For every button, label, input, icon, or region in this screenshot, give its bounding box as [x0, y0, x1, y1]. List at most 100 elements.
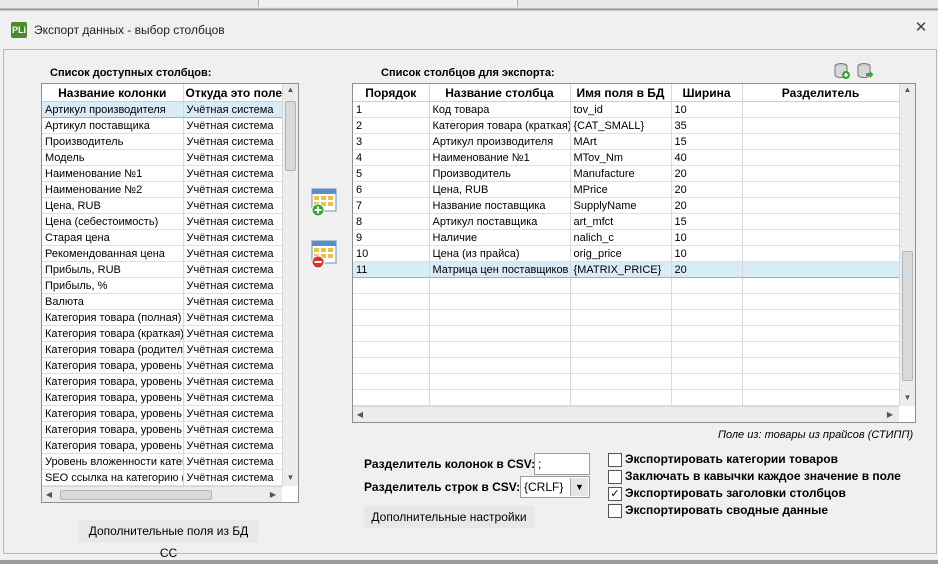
table-cell[interactable]: Категория товара (краткая)	[429, 117, 571, 134]
table-cell[interactable]: Учётная система	[183, 309, 283, 326]
table-cell[interactable]: art_mfct	[570, 213, 672, 230]
available-columns-vscroll[interactable]: ▲ ▼	[282, 84, 298, 486]
table-cell[interactable]	[742, 229, 900, 246]
table-cell[interactable]: Производитель	[42, 133, 184, 150]
scroll-down-icon[interactable]: ▼	[283, 473, 298, 482]
table-cell[interactable]: 11	[353, 261, 430, 278]
table-cell[interactable]: Категория товара (родитель)	[42, 341, 184, 358]
table-cell[interactable]: Артикул поставщика	[42, 117, 184, 134]
table-row[interactable]: 3 Артикул производителя MArt 15	[353, 133, 900, 150]
extra-db-fields-button[interactable]: Дополнительные поля из БД СС	[78, 519, 259, 560]
table-cell[interactable]: Учётная система	[183, 421, 283, 438]
table-cell[interactable]: Категория товара, уровень 5	[42, 421, 184, 438]
checkbox[interactable]: ✓	[608, 487, 622, 501]
table-cell[interactable]: Учётная система	[183, 405, 283, 422]
table-cell[interactable]: Учётная система	[183, 293, 283, 310]
table-cell[interactable]: Категория товара, уровень 4	[42, 405, 184, 422]
table-cell[interactable]: Учётная система	[183, 213, 283, 230]
table-cell[interactable]: Артикул поставщика	[429, 213, 571, 230]
table-cell[interactable]: SEO ссылка на категорию (ЧПУ)	[42, 469, 184, 486]
table-cell[interactable]: 2	[353, 117, 430, 134]
remove-column-icon[interactable]	[309, 239, 339, 269]
table-cell[interactable]: Наименование №1	[429, 149, 571, 166]
table-cell[interactable]: Код товара	[429, 101, 571, 118]
table-row[interactable]: Категория товара, уровень 1 Учётная систе…	[42, 357, 283, 374]
table-cell[interactable]: 10	[671, 229, 743, 246]
table-cell[interactable]: Категория товара, уровень 6	[42, 437, 184, 454]
table-cell[interactable]: orig_price	[570, 245, 672, 262]
column-header[interactable]: Название столбца	[429, 84, 571, 102]
scroll-right-icon[interactable]: ▶	[885, 410, 895, 419]
table-cell[interactable]: Валюта	[42, 293, 184, 310]
export-columns-hscroll[interactable]: ◀ ▶	[353, 406, 899, 422]
table-cell[interactable]: Прибыль, RUB	[42, 261, 184, 278]
table-cell[interactable]: Учётная система	[183, 117, 283, 134]
table-row[interactable]: Категория товара, уровень 3 Учётная систе…	[42, 389, 283, 406]
hscroll-thumb[interactable]	[60, 490, 212, 500]
table-cell[interactable]: Категория товара (краткая)	[42, 325, 184, 342]
table-row[interactable]: Производитель Учётная система	[42, 133, 283, 150]
table-cell[interactable]: Учётная система	[183, 101, 283, 118]
additional-settings-button[interactable]: Дополнительные настройки	[363, 505, 535, 529]
table-row[interactable]: Категория товара (родитель) Учётная систе…	[42, 341, 283, 358]
table-row[interactable]: 5 Производитель Manufacture 20	[353, 165, 900, 182]
table-cell[interactable]	[742, 133, 900, 150]
table-cell[interactable]	[742, 261, 900, 278]
table-cell[interactable]: Артикул производителя	[42, 101, 184, 118]
table-row[interactable]: Прибыль, % Учётная система	[42, 277, 283, 294]
column-header[interactable]: Разделитель	[742, 84, 900, 102]
table-row[interactable]: Категория товара (полная) Учётная система	[42, 309, 283, 326]
table-cell[interactable]: Старая цена	[42, 229, 184, 246]
table-cell[interactable]	[742, 245, 900, 262]
table-cell[interactable]: 20	[671, 181, 743, 198]
table-row[interactable]: Категория товара (краткая) Учётная систем…	[42, 325, 283, 342]
table-cell[interactable]: Модель	[42, 149, 184, 166]
table-cell[interactable]	[742, 165, 900, 182]
table-cell[interactable]: 15	[671, 213, 743, 230]
table-cell[interactable]: Категория товара, уровень 1	[42, 357, 184, 374]
table-cell[interactable]: Учётная система	[183, 261, 283, 278]
table-cell[interactable]: Цена, RUB	[42, 197, 184, 214]
row-separator-select[interactable]: {CRLF} ▼	[520, 476, 590, 498]
table-cell[interactable]: SupplyName	[570, 197, 672, 214]
table-cell[interactable]	[742, 101, 900, 118]
table-cell[interactable]: Цена (себестоимость)	[42, 213, 184, 230]
table-cell[interactable]: Учётная система	[183, 229, 283, 246]
table-row[interactable]: 8 Артикул поставщика art_mfct 15	[353, 213, 900, 230]
table-cell[interactable]: Учётная система	[183, 197, 283, 214]
scroll-thumb[interactable]	[285, 101, 296, 171]
table-row[interactable]: 6 Цена, RUB MPrice 20	[353, 181, 900, 198]
table-cell[interactable]: 10	[671, 245, 743, 262]
table-cell[interactable]: 5	[353, 165, 430, 182]
table-cell[interactable]: Артикул производителя	[429, 133, 571, 150]
table-cell[interactable]: Учётная система	[183, 325, 283, 342]
table-cell[interactable]: Рекомендованная цена	[42, 245, 184, 262]
column-header[interactable]: Порядок	[353, 84, 430, 102]
table-cell[interactable]: 4	[353, 149, 430, 166]
table-row[interactable]: Категория товара, уровень 6 Учётная систе…	[42, 437, 283, 454]
table-row[interactable]: Категория товара, уровень 4 Учётная систе…	[42, 405, 283, 422]
table-row[interactable]: Модель Учётная система	[42, 149, 283, 166]
table-cell[interactable]: 40	[671, 149, 743, 166]
table-cell[interactable]: Учётная система	[183, 245, 283, 262]
table-row[interactable]: Наименование №1 Учётная система	[42, 165, 283, 182]
scroll-down-icon[interactable]: ▼	[900, 393, 915, 402]
table-row[interactable]: Артикул поставщика Учётная система	[42, 117, 283, 134]
table-cell[interactable]: Учётная система	[183, 165, 283, 182]
column-header[interactable]: Название колонки	[42, 84, 184, 102]
table-cell[interactable]: 20	[671, 165, 743, 182]
table-cell[interactable]: Учётная система	[183, 469, 283, 486]
table-cell[interactable]: Цена (из прайса)	[429, 245, 571, 262]
checkbox[interactable]	[608, 504, 622, 518]
table-cell[interactable]: Категория товара, уровень 3	[42, 389, 184, 406]
table-cell[interactable]: Уровень вложенности категории	[42, 453, 184, 470]
table-cell[interactable]: Учётная система	[183, 341, 283, 358]
export-columns-grid[interactable]: Порядок Название столбца Имя поля в БД Шири…	[352, 83, 916, 423]
chevron-down-icon[interactable]: ▼	[570, 478, 588, 496]
table-row[interactable]: 10 Цена (из прайса) orig_price 10	[353, 245, 900, 262]
table-cell[interactable]: Наименование №1	[42, 165, 184, 182]
scroll-thumb[interactable]	[902, 251, 913, 381]
table-cell[interactable]: Manufacture	[570, 165, 672, 182]
export-columns-vscroll[interactable]: ▲ ▼	[899, 84, 915, 406]
checkbox[interactable]	[608, 453, 622, 467]
